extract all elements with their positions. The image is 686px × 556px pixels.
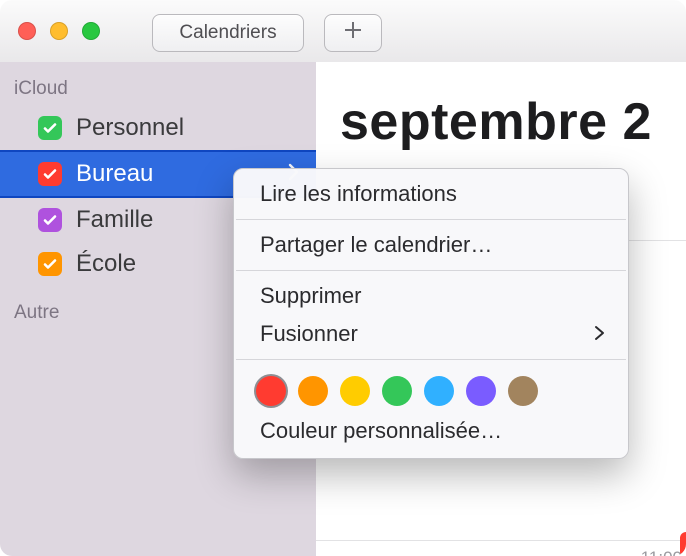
menu-item-label: Supprimer: [260, 283, 361, 309]
swatch-orange[interactable]: [298, 376, 328, 406]
menu-get-info[interactable]: Lire les informations: [234, 175, 628, 213]
menu-separator: [236, 219, 626, 220]
window-controls: [18, 22, 100, 40]
checkbox-icon[interactable]: [38, 252, 62, 276]
checkbox-icon[interactable]: [38, 208, 62, 232]
menu-separator: [236, 359, 626, 360]
sidebar-item-personnel[interactable]: Personnel: [0, 106, 316, 150]
menu-delete[interactable]: Supprimer: [234, 277, 628, 315]
swatch-blue[interactable]: [424, 376, 454, 406]
chevron-right-icon: [594, 321, 606, 347]
section-icloud-label: iCloud: [0, 62, 316, 106]
swatch-brown[interactable]: [508, 376, 538, 406]
gridline: [316, 540, 686, 541]
zoom-icon[interactable]: [82, 22, 100, 40]
menu-item-label: Couleur personnalisée…: [260, 418, 502, 444]
context-menu: Lire les informations Partager le calend…: [233, 168, 629, 459]
sidebar-item-label: Personnel: [76, 114, 184, 142]
calendars-button-label: Calendriers: [179, 22, 276, 44]
checkbox-icon[interactable]: [38, 116, 62, 140]
menu-item-label: Lire les informations: [260, 181, 457, 207]
checkbox-icon[interactable]: [38, 162, 62, 186]
plus-icon: [343, 20, 363, 46]
menu-share-calendar[interactable]: Partager le calendrier…: [234, 226, 628, 264]
menu-item-label: Fusionner: [260, 321, 358, 347]
color-swatches: [234, 366, 628, 412]
sidebar-item-label: Bureau: [76, 160, 153, 188]
menu-separator: [236, 270, 626, 271]
titlebar: Calendriers: [0, 0, 686, 63]
month-title: septembre 2: [340, 92, 652, 152]
swatch-green[interactable]: [382, 376, 412, 406]
app-window: { "toolbar": { "calendars_button": "Cale…: [0, 0, 686, 556]
time-label-11: 11:00: [641, 548, 682, 556]
close-icon[interactable]: [18, 22, 36, 40]
menu-merge[interactable]: Fusionner: [234, 315, 628, 353]
add-button[interactable]: [324, 14, 382, 52]
menu-custom-color[interactable]: Couleur personnalisée…: [234, 412, 628, 450]
minimize-icon[interactable]: [50, 22, 68, 40]
swatch-purple[interactable]: [466, 376, 496, 406]
menu-item-label: Partager le calendrier…: [260, 232, 492, 258]
swatch-red[interactable]: [256, 376, 286, 406]
swatch-yellow[interactable]: [340, 376, 370, 406]
sidebar-item-label: École: [76, 250, 136, 278]
calendars-button[interactable]: Calendriers: [152, 14, 304, 52]
sidebar-item-label: Famille: [76, 206, 153, 234]
